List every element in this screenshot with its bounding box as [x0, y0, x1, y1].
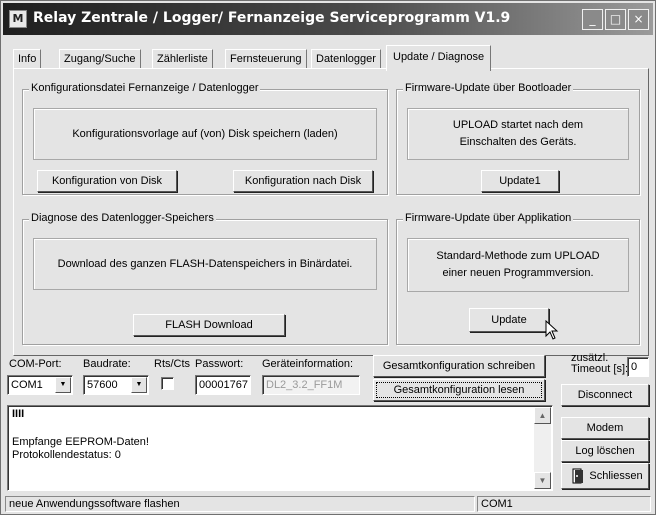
- timeout-field[interactable]: 0: [627, 357, 649, 377]
- tab-panel-update-diagnose: Konfigurationsdatei Fernanzeige / Datenl…: [13, 68, 649, 356]
- config-from-disk-button[interactable]: Konfiguration von Disk: [37, 170, 177, 192]
- status-bar: neue Anwendungssoftware flashen COM1: [3, 495, 653, 512]
- baudrate-value: 57600: [87, 379, 118, 391]
- status-message: neue Anwendungssoftware flashen: [5, 496, 475, 512]
- disconnect-button[interactable]: Disconnect: [561, 384, 649, 406]
- mouse-cursor-icon: [545, 320, 559, 340]
- tab-info[interactable]: Info: [13, 49, 42, 69]
- scroll-down-icon[interactable]: ▼: [534, 472, 551, 489]
- timeout-label-line-2: Timeout [s]:: [571, 363, 629, 375]
- com-port-select[interactable]: COM1 ▼: [7, 375, 73, 395]
- tab-datenlogger[interactable]: Datenlogger: [311, 49, 381, 69]
- device-info-label: Geräteinformation:: [262, 358, 354, 370]
- tab-zaehlerliste[interactable]: Zählerliste: [152, 49, 213, 69]
- bootloader-text-line-2: Einschalten des Geräts.: [459, 136, 577, 148]
- timeout-label: zusätzl. Timeout [s]:: [571, 353, 628, 375]
- log-line: IIII: [12, 408, 25, 420]
- rtscts-checkbox[interactable]: [161, 377, 174, 390]
- application-text-line-2: einer neuen Programmversion.: [442, 267, 594, 279]
- group-title-application: Firmware-Update über Applikation: [403, 212, 574, 224]
- exit-door-icon: [572, 468, 583, 484]
- maximize-button[interactable]: □: [605, 9, 626, 30]
- read-config-button[interactable]: Gesamtkonfiguration lesen: [373, 379, 545, 401]
- group-application-update: Firmware-Update über Applikation Standar…: [396, 212, 640, 345]
- update-button[interactable]: Update: [469, 308, 549, 332]
- tab-zugang-suche[interactable]: Zugang/Suche: [59, 49, 141, 69]
- group-title-config: Konfigurationsdatei Fernanzeige / Datenl…: [29, 82, 261, 94]
- close-window-button[interactable]: ×: [628, 9, 649, 30]
- modem-button[interactable]: Modem: [561, 417, 649, 439]
- baudrate-select[interactable]: 57600 ▼: [83, 375, 149, 395]
- clear-log-button[interactable]: Log löschen: [561, 440, 649, 462]
- chevron-down-icon[interactable]: ▼: [55, 377, 71, 393]
- title-bar[interactable]: M Relay Zentrale / Logger/ Fernanzeige S…: [3, 3, 653, 35]
- tab-update-diagnose[interactable]: Update / Diagnose: [386, 45, 492, 71]
- bootloader-text-line-1: UPLOAD startet nach dem: [452, 119, 584, 131]
- password-field[interactable]: 00001767: [195, 375, 251, 395]
- diagnose-description: Download des ganzen FLASH-Datenspeichers…: [33, 238, 377, 290]
- group-diagnose-flash: Diagnose des Datenlogger-Speichers Downl…: [22, 212, 388, 345]
- update1-button[interactable]: Update1: [481, 170, 559, 192]
- window-title: Relay Zentrale / Logger/ Fernanzeige Ser…: [33, 10, 511, 26]
- log-line: Protokollendestatus: 0: [12, 449, 121, 461]
- device-info-field: DL2_3.2_FF1M: [262, 375, 360, 395]
- client-area: Info Zugang/Suche Zählerliste Fernsteuer…: [3, 35, 653, 512]
- status-port: COM1: [477, 496, 651, 512]
- com-port-value: COM1: [11, 379, 43, 391]
- main-window: M Relay Zentrale / Logger/ Fernanzeige S…: [0, 0, 656, 515]
- rtscts-label: Rts/Cts: [154, 358, 191, 370]
- flash-download-button[interactable]: FLASH Download: [133, 314, 285, 336]
- close-button[interactable]: Schliessen: [561, 463, 649, 489]
- log-line: Empfange EEPROM-Daten!: [12, 436, 149, 448]
- config-to-disk-button[interactable]: Konfiguration nach Disk: [233, 170, 373, 192]
- scroll-up-icon[interactable]: ▲: [534, 407, 551, 424]
- log-output[interactable]: IIII Empfange EEPROM-Daten! Protokollend…: [7, 405, 553, 491]
- write-config-button[interactable]: Gesamtkonfiguration schreiben: [373, 355, 545, 377]
- close-button-label: Schliessen: [589, 470, 643, 482]
- bootloader-description: UPLOAD startet nach dem Einschalten des …: [407, 108, 629, 160]
- config-description: Konfigurationsvorlage auf (von) Disk spe…: [33, 108, 377, 160]
- baudrate-label: Baudrate:: [83, 358, 131, 370]
- group-config-file: Konfigurationsdatei Fernanzeige / Datenl…: [22, 82, 388, 195]
- com-port-label: COM-Port:: [9, 358, 62, 370]
- group-title-bootloader: Firmware-Update über Bootloader: [403, 82, 574, 94]
- password-label: Passwort:: [195, 358, 244, 370]
- chevron-down-icon[interactable]: ▼: [131, 377, 147, 393]
- application-text-line-1: Standard-Methode zum UPLOAD: [436, 250, 600, 262]
- tab-fernsteuerung[interactable]: Fernsteuerung: [225, 49, 307, 69]
- app-icon[interactable]: M: [9, 10, 27, 28]
- application-description: Standard-Methode zum UPLOAD einer neuen …: [407, 238, 629, 292]
- log-scrollbar[interactable]: ▲ ▼: [534, 407, 551, 489]
- group-bootloader-update: Firmware-Update über Bootloader UPLOAD s…: [396, 82, 640, 195]
- group-title-diagnose: Diagnose des Datenlogger-Speichers: [29, 212, 216, 224]
- minimize-button[interactable]: _: [582, 9, 603, 30]
